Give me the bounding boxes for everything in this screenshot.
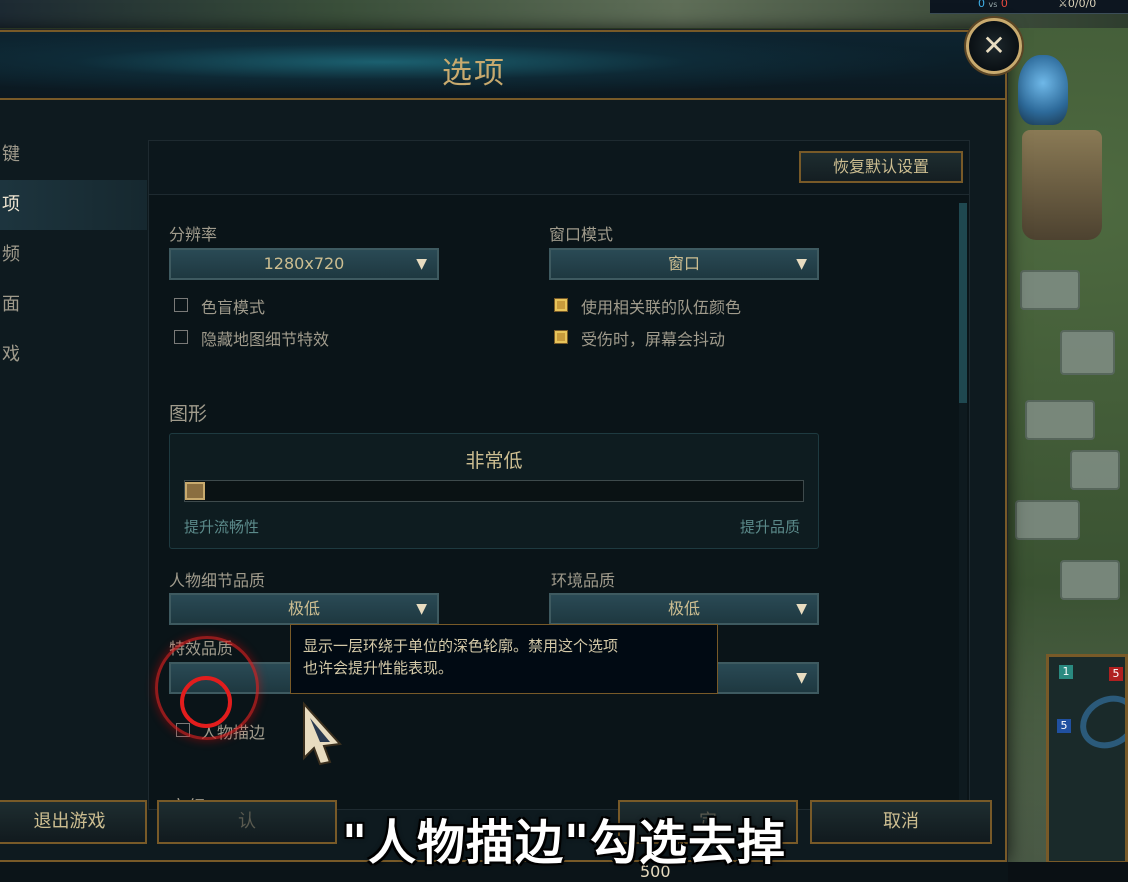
character-quality-dropdown[interactable]: 极低 ▼ — [169, 593, 439, 625]
champion-sprite[interactable] — [1018, 55, 1068, 125]
hide-map-detail-checkbox[interactable] — [174, 330, 188, 344]
sidebar-item-sound[interactable]: 频 — [0, 230, 147, 280]
options-sidebar: 键 项 频 面 戏 — [0, 130, 147, 380]
resolution-dropdown[interactable]: 1280x720 ▼ — [169, 248, 439, 280]
chevron-down-icon: ▼ — [416, 256, 427, 272]
minimap-enemy-marker: 5 — [1109, 667, 1123, 681]
scrollbar-thumb[interactable] — [959, 203, 967, 403]
hud-scoreboard — [930, 0, 1128, 14]
minimap-river — [1070, 685, 1125, 759]
panel-scrollbar[interactable] — [959, 203, 967, 803]
panel-toolbar: 恢复默认设置 — [149, 141, 969, 195]
chevron-down-icon: ▼ — [796, 601, 807, 617]
chevron-down-icon: ▼ — [796, 670, 807, 686]
stone-tile — [1020, 270, 1080, 310]
character-quality-label: 人物细节品质 — [169, 571, 266, 590]
close-icon: ✕ — [982, 29, 1006, 62]
stone-tile — [1025, 400, 1095, 440]
team-color-checkbox[interactable] — [554, 298, 568, 312]
graphics-slider-knob[interactable] — [185, 482, 205, 500]
tower-sprite[interactable] — [1022, 130, 1102, 240]
sidebar-item-game[interactable]: 戏 — [0, 330, 147, 380]
options-panel: 恢复默认设置 分辨率 1280x720 ▼ 窗口模式 窗口 ▼ 色盲模式 隐藏地… — [148, 140, 970, 819]
colorblind-checkbox[interactable] — [174, 298, 188, 312]
team-color-label: 使用相关联的队伍颜色 — [581, 298, 742, 317]
cursor-pointer-icon — [303, 701, 343, 766]
slider-high-label: 提升品质 — [739, 518, 800, 536]
sidebar-item-hotkeys[interactable]: 键 — [0, 130, 147, 180]
close-button[interactable]: ✕ — [966, 18, 1022, 74]
tooltip-line: 显示一层环绕于单位的深色轮廓。禁用这个选项 — [303, 637, 619, 655]
stone-tile — [1015, 500, 1080, 540]
stone-tile — [1060, 560, 1120, 600]
outline-tooltip: 显示一层环绕于单位的深色轮廓。禁用这个选项 也许会提升性能表现。 — [290, 624, 718, 694]
dialog-header: 选项 — [0, 32, 1005, 100]
colorblind-label: 色盲模式 — [201, 298, 266, 317]
graphics-slider[interactable] — [184, 480, 804, 502]
character-quality-value: 极低 — [287, 599, 320, 618]
tooltip-line: 也许会提升性能表现。 — [303, 659, 454, 677]
options-dialog: 选项 键 项 频 面 戏 恢复默认设置 分辨率 1280x720 ▼ 窗口模式 … — [0, 30, 1007, 862]
stone-tile — [1060, 330, 1115, 375]
resolution-label: 分辨率 — [169, 225, 218, 244]
dialog-title: 选项 — [442, 56, 506, 91]
sidebar-item-interface[interactable]: 面 — [0, 280, 147, 330]
hide-map-detail-label: 隐藏地图细节特效 — [201, 330, 330, 349]
environment-quality-dropdown[interactable]: 极低 ▼ — [549, 593, 819, 625]
stone-tile — [1070, 450, 1120, 490]
window-mode-label: 窗口模式 — [549, 225, 614, 244]
team-score: 0 vs 0 — [978, 0, 1008, 10]
graphics-preset-box: 非常低 提升流畅性 提升品质 — [169, 433, 819, 549]
minimap-ally-marker: 5 — [1057, 719, 1071, 733]
chevron-down-icon: ▼ — [796, 256, 807, 272]
chevron-down-icon: ▼ — [416, 601, 427, 617]
screen-shake-label: 受伤时，屏幕会抖动 — [581, 330, 726, 349]
resolution-value: 1280x720 — [263, 254, 345, 273]
screen-shake-checkbox[interactable] — [554, 330, 568, 344]
minimap-ward-marker: 1 — [1059, 665, 1073, 679]
graphics-section-title: 图形 — [169, 403, 208, 425]
highlight-ring-inner — [180, 676, 232, 728]
slider-low-label: 提升流畅性 — [184, 518, 260, 536]
window-mode-dropdown[interactable]: 窗口 ▼ — [549, 248, 819, 280]
kda-readout: ⚔0/0/0 — [1058, 0, 1097, 10]
video-caption: "人物描边"勾选去掉 — [341, 815, 787, 871]
window-mode-value: 窗口 — [667, 254, 700, 273]
environment-quality-label: 环境品质 — [551, 571, 616, 590]
restore-defaults-button[interactable]: 恢复默认设置 — [799, 151, 963, 183]
graphics-level-label: 非常低 — [465, 450, 523, 472]
sidebar-item-options[interactable]: 项 — [0, 180, 147, 230]
environment-quality-value: 极低 — [667, 599, 700, 618]
